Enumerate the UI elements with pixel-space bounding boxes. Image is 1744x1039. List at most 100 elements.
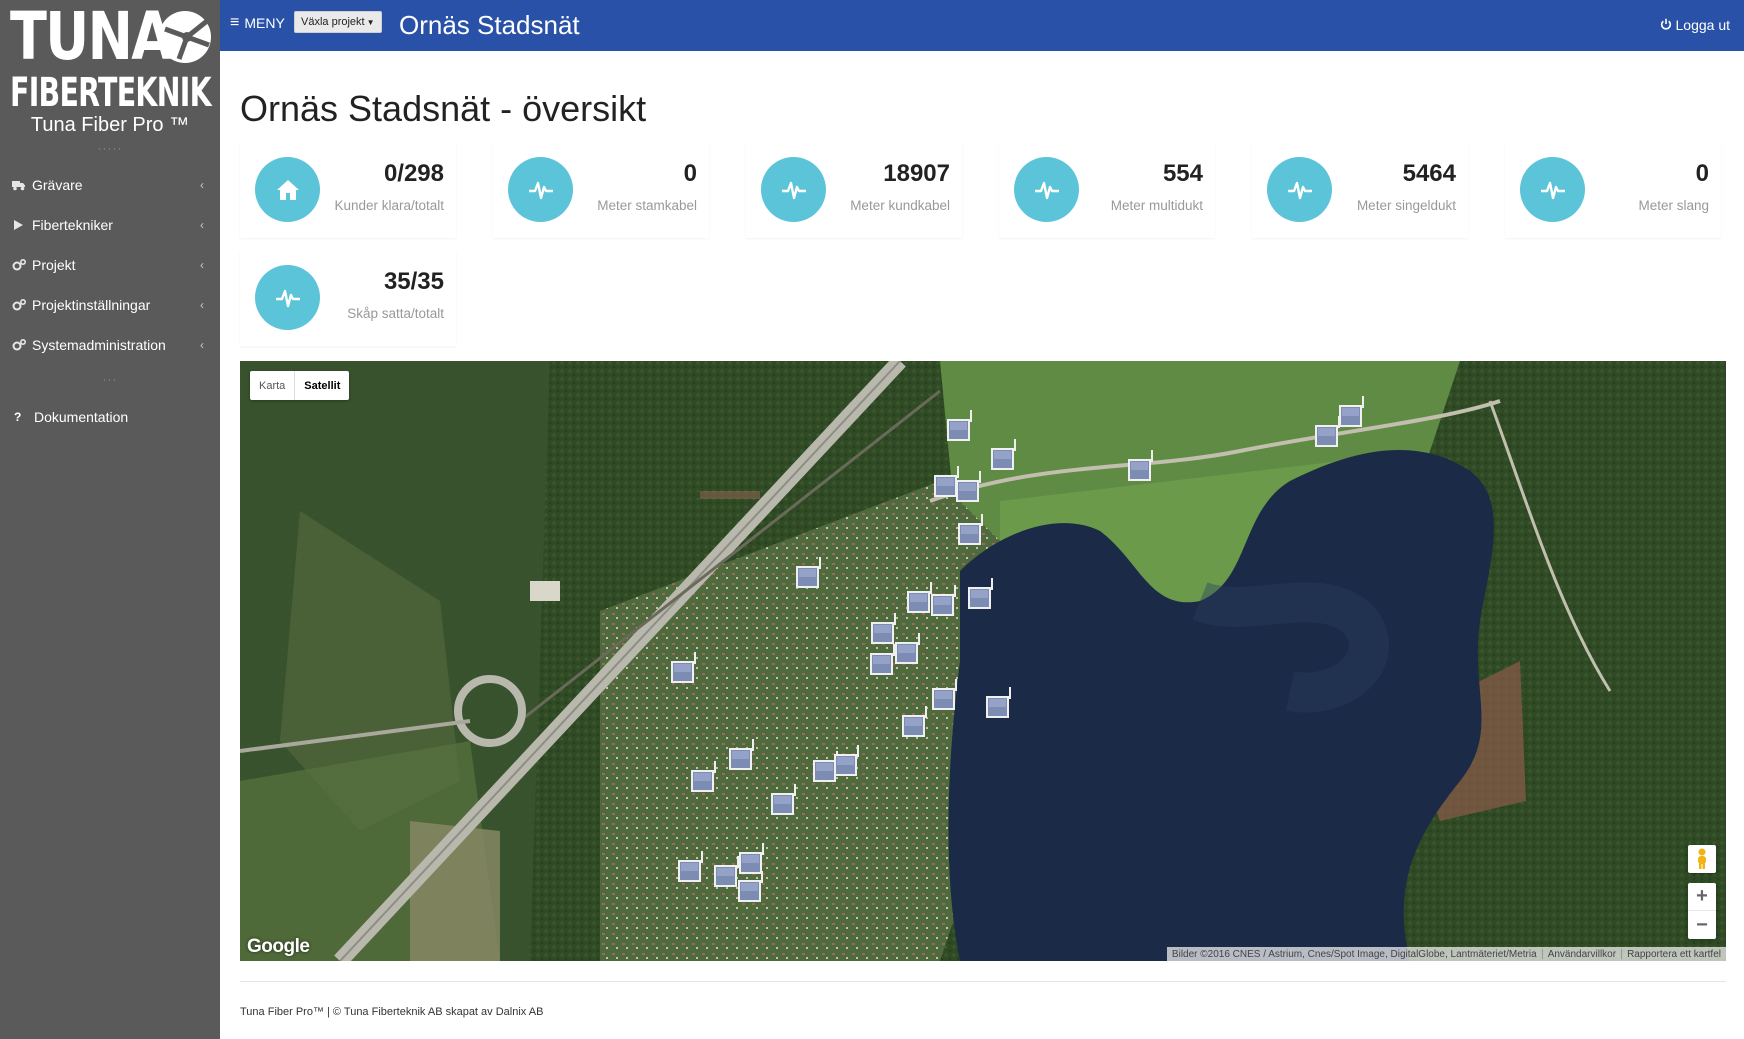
- sidebar-item-label: Fibertekniker: [32, 217, 113, 233]
- stat-label: Meter kundkabel: [850, 198, 950, 213]
- cabinet-marker[interactable]: [770, 784, 800, 816]
- chevron-left-icon: ‹: [200, 338, 204, 352]
- map-type-satellit-button[interactable]: Satellit: [295, 371, 349, 400]
- sidebar-item-label: Systemadministration: [32, 337, 166, 353]
- stat-value: 35/35: [383, 268, 444, 295]
- caret-down-icon: ▼: [366, 17, 375, 27]
- satellite-imagery: [240, 361, 1726, 961]
- cabinet-marker[interactable]: [833, 745, 863, 777]
- page-title: Ornäs Stadsnät - översikt: [240, 88, 647, 129]
- hamburger-icon: ≡: [230, 14, 240, 31]
- map-attribution: Bilder ©2016 CNES / Astrium, Cnes/Spot I…: [1166, 947, 1726, 961]
- stat-value: 0/298: [383, 160, 444, 187]
- sidebar-item-fibertekniker[interactable]: Fibertekniker ‹: [0, 205, 220, 245]
- zoom-in-button[interactable]: +: [1688, 883, 1716, 911]
- stat-label: Kunder klara/totalt: [334, 198, 444, 213]
- sidebar-item-label: Projekt: [32, 257, 76, 273]
- cabinet-marker[interactable]: [1338, 396, 1368, 428]
- logout-button[interactable]: Logga ut: [1660, 17, 1730, 33]
- power-icon: [1660, 18, 1672, 33]
- map-type-control: Karta Satellit: [250, 371, 350, 400]
- cabinet-marker[interactable]: [869, 644, 899, 676]
- pulse-icon: [508, 157, 573, 222]
- cabinet-marker[interactable]: [1127, 450, 1157, 482]
- cabinet-marker[interactable]: [957, 514, 987, 546]
- sidebar-item-projektinstallningar[interactable]: Projektinställningar ‹: [0, 285, 220, 325]
- zoom-control: + −: [1688, 883, 1716, 939]
- cabinet-marker[interactable]: [931, 679, 961, 711]
- cabinet-marker[interactable]: [985, 687, 1015, 719]
- divider-dots: ·····: [97, 141, 123, 155]
- footer-divider: [240, 981, 1726, 982]
- cabinet-marker[interactable]: [670, 652, 700, 684]
- gears-icon: [12, 299, 28, 311]
- pulse-icon: [1014, 157, 1079, 222]
- street-view-pegman-icon[interactable]: [1688, 845, 1716, 873]
- stat-card: 0 Meter slang: [1505, 143, 1721, 238]
- sidebar-item-label: Projektinställningar: [32, 297, 151, 313]
- top-navbar: ≡ MENY Växla projekt ▼ Ornäs Stadsnät Lo…: [220, 0, 1744, 51]
- gears-icon: [12, 259, 28, 271]
- cabinet-marker[interactable]: [990, 439, 1020, 471]
- cabinet-marker[interactable]: [930, 585, 960, 617]
- stat-value: 0: [1695, 160, 1709, 187]
- cabinet-marker[interactable]: [737, 871, 767, 903]
- cabinet-marker[interactable]: [677, 851, 707, 883]
- switch-project-label: Växla projekt: [301, 16, 365, 28]
- stat-label: Skåp satta/totalt: [347, 306, 444, 321]
- globe-logo-icon: [159, 11, 211, 63]
- cabinet-marker[interactable]: [901, 706, 931, 738]
- sidebar-item-label: Dokumentation: [34, 409, 129, 425]
- footer-text: Tuna Fiber Pro™ | © Tuna Fiberteknik AB …: [240, 1006, 544, 1018]
- logo-word-fiberteknik: FIBERTEKNIK: [10, 70, 212, 116]
- cabinet-marker[interactable]: [967, 578, 997, 610]
- pulse-icon: [761, 157, 826, 222]
- stat-card: 554 Meter multidukt: [999, 143, 1215, 238]
- cabinet-marker[interactable]: [946, 410, 976, 442]
- stat-value: 0: [683, 160, 697, 187]
- sidebar-item-label: Grävare: [32, 177, 83, 193]
- play-icon: [12, 219, 28, 231]
- cabinet-marker[interactable]: [728, 739, 758, 771]
- stat-label: Meter singeldukt: [1356, 198, 1456, 213]
- stat-card: 35/35 Skåp satta/totalt: [240, 251, 456, 346]
- stat-value: 5464: [1402, 160, 1456, 187]
- pulse-icon: [1520, 157, 1585, 222]
- stat-label: Meter multidukt: [1110, 198, 1203, 213]
- sidebar: TUNA FIBERTEKNIK Tuna Fiber Pro ™ ····· …: [0, 0, 220, 1039]
- divider-dots: ···: [102, 372, 118, 386]
- gears-icon: [12, 339, 28, 351]
- cabinet-marker[interactable]: [690, 761, 720, 793]
- stat-value: 554: [1162, 160, 1203, 187]
- chevron-left-icon: ‹: [200, 298, 204, 312]
- sidebar-item-gravare[interactable]: Grävare ‹: [0, 165, 220, 205]
- sidebar-item-projekt[interactable]: Projekt ‹: [0, 245, 220, 285]
- menu-toggle-button[interactable]: ≡ MENY: [230, 14, 285, 32]
- chevron-left-icon: ‹: [200, 218, 204, 232]
- stat-card: 0/298 Kunder klara/totalt: [240, 143, 456, 238]
- stat-card: 5464 Meter singeldukt: [1252, 143, 1468, 238]
- zoom-out-button[interactable]: −: [1688, 911, 1716, 939]
- map-view[interactable]: Karta Satellit + − Google Bilder ©2016 C…: [240, 361, 1726, 961]
- stat-label: Meter slang: [1638, 198, 1709, 213]
- cabinet-marker[interactable]: [955, 471, 985, 503]
- sidebar-item-systemadministration[interactable]: Systemadministration ‹: [0, 325, 220, 365]
- terms-link[interactable]: Användarvillkor: [1543, 949, 1621, 960]
- report-error-link[interactable]: Rapportera ett kartfel: [1622, 949, 1726, 960]
- map-type-karta-button[interactable]: Karta: [250, 371, 296, 400]
- cabinet-marker[interactable]: [795, 557, 825, 589]
- stat-value: 18907: [883, 160, 950, 187]
- switch-project-dropdown[interactable]: Växla projekt ▼: [294, 11, 382, 33]
- chevron-left-icon: ‹: [200, 178, 204, 192]
- truck-icon: [12, 179, 28, 191]
- home-icon: [255, 157, 320, 222]
- product-name: Tuna Fiber Pro ™: [30, 114, 190, 136]
- project-title: Ornäs Stadsnät: [399, 10, 580, 40]
- sidebar-item-dokumentation[interactable]: ? Dokumentation: [0, 397, 220, 437]
- pulse-icon: [1267, 157, 1332, 222]
- google-logo: Google: [247, 936, 310, 957]
- stat-card: 0 Meter stamkabel: [493, 143, 709, 238]
- imagery-credit: Bilder ©2016 CNES / Astrium, Cnes/Spot I…: [1171, 948, 1537, 960]
- brand-logo[interactable]: TUNA FIBERTEKNIK Tuna Fiber Pro ™: [0, 0, 220, 150]
- chevron-left-icon: ‹: [200, 258, 204, 272]
